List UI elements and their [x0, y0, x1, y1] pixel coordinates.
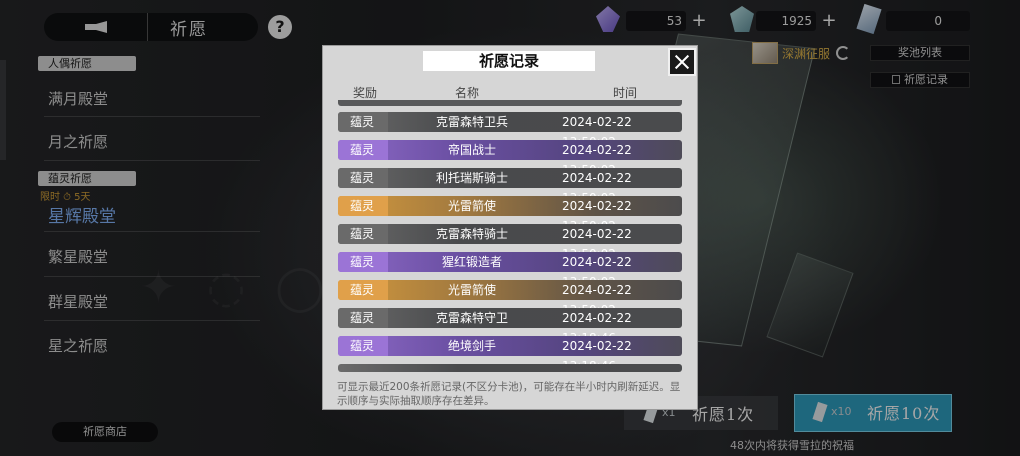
column-reward: 奖励 [353, 86, 378, 100]
row-name: 光雷箭使 [447, 199, 496, 213]
row-type: 蕴灵 [338, 280, 388, 300]
row-name: 猩红锻造者 [441, 255, 502, 269]
row-type: 蕴灵 [338, 252, 388, 272]
column-time: 时间 [613, 86, 638, 100]
prayer-history-modal: 祈愿记录 奖励 名称 时间 蕴灵 克雷森特卫兵 2024-02-22 13:50… [322, 45, 698, 410]
row-type: 蕴灵 [338, 196, 388, 216]
table-row: 蕴灵 绝境剑手 2024-02-22 13:18:46 [338, 336, 682, 372]
row-type: 蕴灵 [338, 168, 388, 188]
close-button[interactable] [668, 48, 696, 76]
row-name: 绝境剑手 [447, 339, 496, 353]
table-header: 奖励 名称 时间 [333, 84, 683, 100]
column-name: 名称 [455, 86, 480, 100]
row-name: 帝国战士 [447, 143, 496, 157]
row-name: 利托瑞斯骑士 [435, 171, 508, 185]
row-type: 蕴灵 [338, 140, 388, 160]
row-type: 蕴灵 [338, 112, 388, 132]
row-name: 克雷森特卫兵 [435, 115, 508, 129]
table-row: 蕴灵 猩红锻造者 2024-02-22 13:50:02 [338, 252, 682, 289]
history-list[interactable]: 蕴灵 克雷森特卫兵 2024-02-22 13:50:02 蕴灵 帝国战士 20… [333, 100, 685, 372]
table-row: 蕴灵 克雷森特守卫 2024-02-22 13:18:46 [338, 308, 682, 345]
table-row: 蕴灵 克雷森特骑士 2024-02-22 13:50:02 [338, 224, 682, 261]
row-name: 克雷森特骑士 [435, 227, 508, 241]
table-row: 蕴灵 利托瑞斯骑士 2024-02-22 13:50:02 [338, 168, 682, 205]
table-row: 蕴灵 光雷箭使 2024-02-22 13:50:02 [338, 280, 682, 317]
row-type: 蕴灵 [338, 224, 388, 244]
table-row: 蕴灵 帝国战士 2024-02-22 13:50:02 [338, 140, 682, 177]
modal-title: 祈愿记录 [423, 51, 595, 71]
table-row: 蕴灵 克雷森特卫兵 2024-02-22 13:50:02 [338, 112, 682, 149]
row-name: 克雷森特守卫 [435, 311, 508, 325]
row-type: 蕴灵 [338, 336, 388, 356]
table-row-partial [338, 364, 682, 372]
row-name: 光雷箭使 [447, 283, 496, 297]
history-note: 可显示最近200条祈愿记录(不区分卡池)，可能存在半小时内刷新延迟。显示顺序与实… [337, 381, 681, 407]
row-type: 蕴灵 [338, 308, 388, 328]
table-row: 蕴灵 光雷箭使 2024-02-22 13:50:02 [338, 196, 682, 233]
